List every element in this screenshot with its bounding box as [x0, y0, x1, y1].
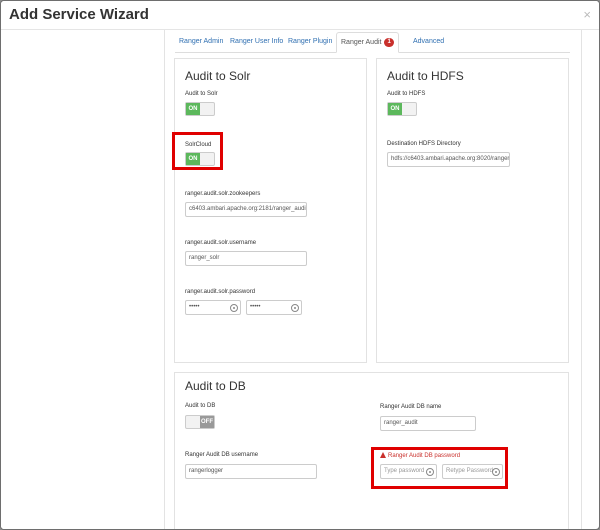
- wizard-steps-sidebar: [1, 30, 165, 529]
- wizard-content: Ranger Admin Ranger User Info Ranger Plu…: [165, 30, 575, 529]
- audit-to-db-toggle[interactable]: OFF: [185, 415, 215, 429]
- solr-password-label: ranger.audit.solr.password: [185, 289, 256, 295]
- toggle-on-state: ON: [186, 103, 200, 115]
- solr-password-input[interactable]: •••••: [185, 300, 241, 315]
- audit-to-db-panel: Audit to DB Audit to DB OFF Ranger Audit…: [174, 372, 569, 529]
- solr-username-label: ranger.audit.solr.username: [185, 240, 257, 246]
- audit-to-solr-toggle[interactable]: ON: [185, 102, 215, 116]
- toggle-on-state: ON: [388, 103, 402, 115]
- panel-title: Audit to Solr: [185, 69, 251, 83]
- warning-icon: [380, 452, 386, 458]
- tab-ranger-user-info[interactable]: Ranger User Info: [226, 32, 287, 51]
- db-username-input[interactable]: rangerlogger: [185, 464, 317, 479]
- db-username-label: Ranger Audit DB username: [185, 452, 259, 458]
- close-icon[interactable]: ×: [583, 7, 591, 22]
- hdfs-directory-label: Destination HDFS Directory: [387, 141, 461, 147]
- db-name-label: Ranger Audit DB name: [380, 404, 442, 410]
- password-mask: •••••: [250, 304, 261, 310]
- zookeepers-input[interactable]: c6403.ambari.apache.org:2181/ranger_audi…: [185, 202, 307, 217]
- error-count-badge: 1: [384, 38, 394, 47]
- tab-label: Ranger Audit: [341, 39, 382, 46]
- modal-header: Add Service Wizard ×: [1, 1, 599, 30]
- tab-ranger-admin[interactable]: Ranger Admin: [175, 32, 227, 51]
- audit-to-hdfs-label: Audit to HDFS: [387, 91, 426, 97]
- show-password-icon[interactable]: [291, 304, 299, 312]
- zookeepers-label: ranger.audit.solr.zookeepers: [185, 191, 261, 197]
- db-name-input[interactable]: ranger_audit: [380, 416, 476, 431]
- show-password-icon[interactable]: [492, 468, 500, 476]
- audit-to-hdfs-panel: Audit to HDFS Audit to HDFS ON Destinati…: [376, 58, 569, 363]
- audit-to-solr-label: Audit to Solr: [185, 91, 218, 97]
- panel-title: Audit to DB: [185, 379, 246, 393]
- toggle-off-state: OFF: [200, 416, 214, 428]
- db-password-retype-input[interactable]: Retype Password: [442, 464, 503, 479]
- db-password-label: Ranger Audit DB password: [380, 452, 460, 459]
- placeholder-text: Type password: [384, 468, 425, 474]
- hdfs-directory-input[interactable]: hdfs://c6403.ambari.apache.org:8020/rang…: [387, 152, 510, 167]
- config-tabs: Ranger Admin Ranger User Info Ranger Plu…: [175, 32, 570, 53]
- tab-advanced[interactable]: Advanced: [409, 32, 448, 51]
- solrcloud-label: SolrCloud: [185, 142, 212, 148]
- solr-username-input[interactable]: ranger_solr: [185, 251, 307, 266]
- toggle-on-state: ON: [186, 153, 200, 165]
- solrcloud-toggle[interactable]: ON: [185, 152, 215, 166]
- content-divider: [581, 30, 582, 529]
- tab-ranger-plugin[interactable]: Ranger Plugin: [284, 32, 336, 51]
- tab-ranger-audit[interactable]: Ranger Audit 1: [336, 32, 399, 53]
- db-password-input[interactable]: Type password: [380, 464, 437, 479]
- audit-to-solr-panel: Audit to Solr Audit to Solr ON SolrCloud…: [174, 58, 367, 363]
- show-password-icon[interactable]: [426, 468, 434, 476]
- password-mask: •••••: [189, 304, 200, 310]
- add-service-wizard-modal: Add Service Wizard × Ranger Admin Ranger…: [0, 0, 600, 530]
- show-password-icon[interactable]: [230, 304, 238, 312]
- audit-to-db-label: Audit to DB: [185, 403, 216, 409]
- placeholder-text: Retype Password: [446, 468, 494, 474]
- modal-title: Add Service Wizard: [9, 6, 149, 23]
- db-password-label-text: Ranger Audit DB password: [388, 453, 461, 459]
- panel-title: Audit to HDFS: [387, 69, 464, 83]
- solr-password-confirm-input[interactable]: •••••: [246, 300, 302, 315]
- audit-to-hdfs-toggle[interactable]: ON: [387, 102, 417, 116]
